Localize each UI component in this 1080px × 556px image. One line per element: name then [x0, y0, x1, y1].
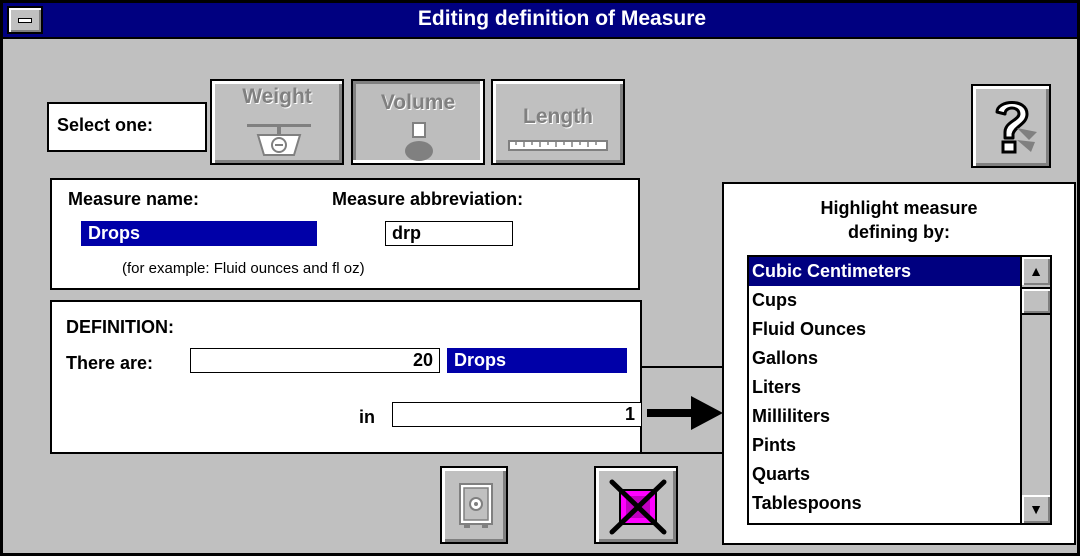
measure-abbreviation-input[interactable]: drp: [385, 221, 513, 246]
measure-list-heading-2: defining by:: [848, 222, 950, 242]
measure-list-item[interactable]: Tablespoons: [749, 489, 1022, 518]
length-button[interactable]: Length: [491, 79, 625, 165]
system-menu-icon: [18, 18, 32, 23]
measure-list-item[interactable]: Liters: [749, 373, 1022, 402]
measure-name-input[interactable]: Drops: [81, 221, 317, 246]
definition-count-input[interactable]: 20: [190, 348, 440, 373]
measure-abbreviation-label: Measure abbreviation:: [332, 189, 524, 209]
measure-list-item[interactable]: Gallons: [749, 344, 1022, 373]
volume-button[interactable]: Volume: [351, 79, 485, 165]
volume-label: Volume: [380, 91, 456, 114]
select-one-box: Select one:: [47, 102, 207, 152]
measure-list-item[interactable]: Fluid Ounces: [749, 315, 1022, 344]
measure-list-item[interactable]: Milliliters: [749, 402, 1022, 431]
scale-icon: [247, 124, 311, 156]
length-label: Length: [523, 105, 593, 128]
dialog-window: Editing definition of Measure Select one…: [0, 0, 1080, 556]
measure-name-panel: Measure name: Measure abbreviation: Drop…: [50, 178, 640, 290]
right-arrow-icon: [647, 396, 723, 430]
cancel-icon: [609, 479, 667, 535]
measure-listbox[interactable]: Cubic Centimeters Cups Fluid Ounces Gallons…: [747, 255, 1052, 525]
in-label: in: [359, 407, 375, 427]
scroll-up-button[interactable]: ▲: [1022, 257, 1050, 285]
flask-icon: [405, 122, 433, 161]
measure-name-label: Measure name:: [68, 189, 200, 209]
ruler-icon: [508, 140, 608, 151]
definition-panel: DEFINITION: There are: 20 Drops in 1: [50, 300, 642, 454]
weight-label: Weight: [242, 85, 312, 108]
safe-icon: [459, 483, 493, 528]
help-question-icon: [995, 101, 1037, 154]
measure-list-item[interactable]: Cups: [749, 286, 1022, 315]
example-hint: (for example: Fluid ounces and fl oz): [122, 260, 365, 277]
measure-list-item[interactable]: Pints: [749, 431, 1022, 460]
measure-list-heading-1: Highlight measure: [820, 198, 978, 218]
title-bar: Editing definition of Measure: [3, 3, 1077, 39]
cancel-button[interactable]: [594, 466, 678, 544]
save-button[interactable]: [440, 466, 508, 544]
weight-button[interactable]: Weight: [210, 79, 344, 165]
window-title: Editing definition of Measure: [417, 7, 707, 30]
measure-list-items: Cubic Centimeters Cups Fluid Ounces Gallons…: [749, 257, 1022, 518]
definition-heading: DEFINITION:: [66, 317, 174, 337]
scroll-down-button[interactable]: ▼: [1022, 495, 1050, 523]
system-menu-button[interactable]: [7, 6, 43, 34]
select-one-label: Select one:: [57, 115, 154, 135]
help-button[interactable]: [971, 84, 1051, 168]
definition-in-input[interactable]: 1: [392, 402, 642, 427]
measure-list-item[interactable]: Cubic Centimeters: [749, 257, 1022, 286]
scroll-thumb[interactable]: [1022, 287, 1050, 315]
list-scrollbar[interactable]: ▲ ▼: [1020, 257, 1050, 523]
definition-unit-display: Drops: [447, 348, 627, 373]
measure-list-item[interactable]: Quarts: [749, 460, 1022, 489]
there-are-label: There are:: [66, 353, 154, 373]
